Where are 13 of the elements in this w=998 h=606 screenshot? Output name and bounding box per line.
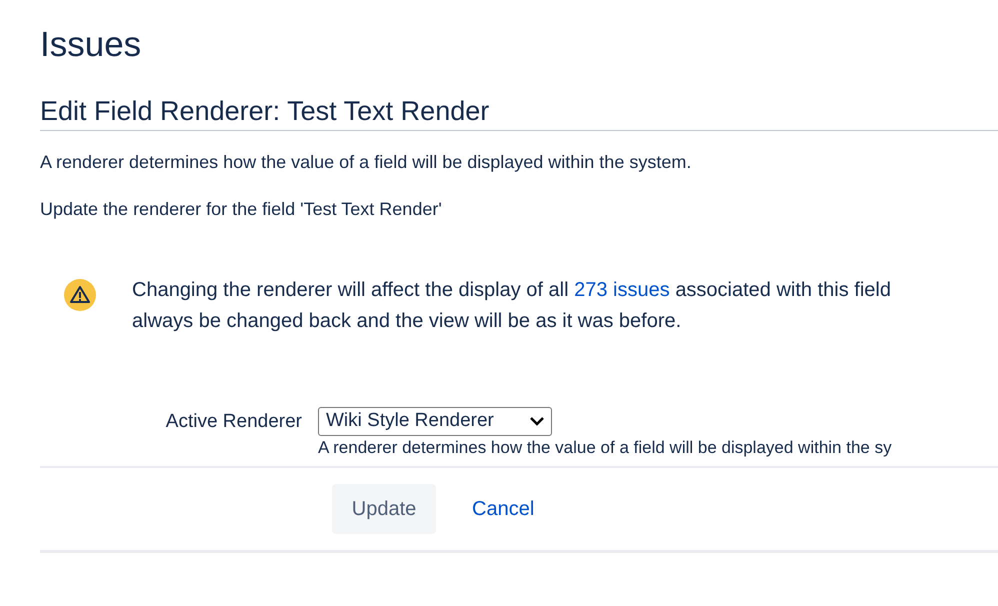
warning-text: Changing the renderer will affect the display of all 273 issues associated with this field: [132, 278, 891, 303]
warning-icon: [64, 279, 96, 311]
issues-link[interactable]: 273 issues: [574, 279, 670, 301]
warning-text: always be changed back and the view will be as it was before.: [132, 309, 682, 334]
chevron-down-icon: [530, 417, 544, 426]
page-title: Issues: [40, 24, 142, 66]
help-text: A renderer determines how the value of a field will be displayed within the sy: [318, 437, 892, 459]
field-label: Active Renderer: [164, 410, 303, 434]
section-title: Edit Field Renderer: Test Text Render: [40, 95, 490, 128]
description-text: A renderer determines how the value of a field will be displayed within the system.: [40, 151, 692, 174]
cancel-link[interactable]: Cancel: [472, 494, 534, 524]
renderer-select[interactable]: Wiki Style Renderer: [318, 407, 552, 436]
instruction-text: Update the renderer for the field 'Test Text Render': [40, 198, 442, 221]
